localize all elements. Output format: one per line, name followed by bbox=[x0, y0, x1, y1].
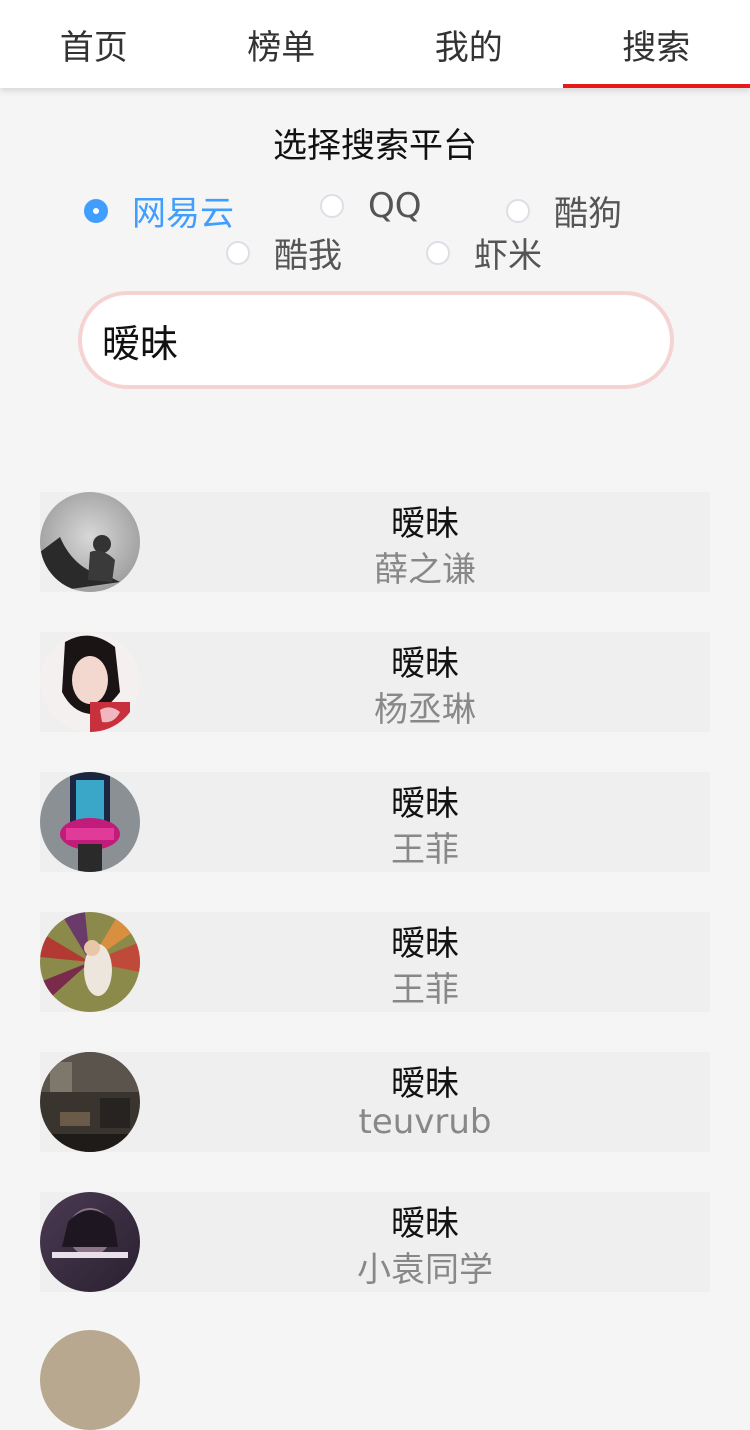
platform-option-label: 酷狗 bbox=[554, 186, 622, 235]
album-cover bbox=[40, 772, 140, 872]
result-item[interactable]: 暧昧 杨丞琳 bbox=[40, 632, 710, 732]
song-title: 暧昧 bbox=[140, 776, 710, 825]
album-cover bbox=[40, 1192, 140, 1292]
tab-search[interactable]: 搜索 bbox=[563, 0, 750, 88]
artist-name: 杨丞琳 bbox=[140, 682, 710, 731]
top-tab-bar: 首页 榜单 我的 搜索 bbox=[0, 0, 750, 88]
platform-option-qq[interactable]: QQ bbox=[320, 186, 422, 226]
album-cover bbox=[40, 492, 140, 592]
radio-unchecked-icon bbox=[426, 241, 450, 265]
platform-title: 选择搜索平台 bbox=[0, 118, 750, 167]
radio-unchecked-icon bbox=[506, 199, 530, 223]
platform-option-kuwo[interactable]: 酷我 bbox=[226, 228, 342, 277]
result-item[interactable]: 暧昧 teuvrub bbox=[40, 1052, 710, 1152]
search-results-list: 暧昧 薛之谦 暧昧 杨丞琳 暧昧 王菲 bbox=[40, 492, 710, 1332]
artist-name: teuvrub bbox=[140, 1102, 710, 1142]
song-title: 暧昧 bbox=[140, 496, 710, 545]
song-title: 暧昧 bbox=[140, 1056, 710, 1105]
tab-charts[interactable]: 榜单 bbox=[188, 0, 376, 88]
result-item[interactable]: 暧昧 薛之谦 bbox=[40, 492, 710, 592]
album-cover bbox=[40, 632, 140, 732]
radio-unchecked-icon bbox=[320, 194, 344, 218]
platform-option-label: QQ bbox=[368, 186, 422, 226]
artist-name: 薛之谦 bbox=[140, 542, 710, 591]
search-input[interactable]: 暧昧 bbox=[78, 291, 674, 389]
platform-option-netease[interactable]: 网易云 bbox=[84, 186, 234, 235]
radio-unchecked-icon bbox=[226, 241, 250, 265]
song-title: 暧昧 bbox=[140, 636, 710, 685]
platform-option-label: 网易云 bbox=[132, 186, 234, 235]
platform-option-label: 虾米 bbox=[474, 228, 542, 277]
tab-mine[interactable]: 我的 bbox=[375, 0, 563, 88]
tab-home[interactable]: 首页 bbox=[0, 0, 188, 88]
album-cover bbox=[40, 1330, 140, 1430]
album-cover bbox=[40, 1052, 140, 1152]
platform-option-xiami[interactable]: 虾米 bbox=[426, 228, 542, 277]
result-item[interactable]: 暧昧 王菲 bbox=[40, 912, 710, 1012]
song-title: 暧昧 bbox=[140, 916, 710, 965]
album-cover bbox=[40, 912, 140, 1012]
artist-name: 小袁同学 bbox=[140, 1242, 710, 1291]
artist-name: 王菲 bbox=[140, 822, 710, 871]
platform-option-label: 酷我 bbox=[274, 228, 342, 277]
radio-checked-icon bbox=[84, 199, 108, 223]
result-item[interactable]: 暧昧 王菲 bbox=[40, 772, 710, 872]
result-item[interactable]: 暧昧 小袁同学 bbox=[40, 1192, 710, 1292]
artist-name: 王菲 bbox=[140, 962, 710, 1011]
song-title: 暧昧 bbox=[140, 1196, 710, 1245]
